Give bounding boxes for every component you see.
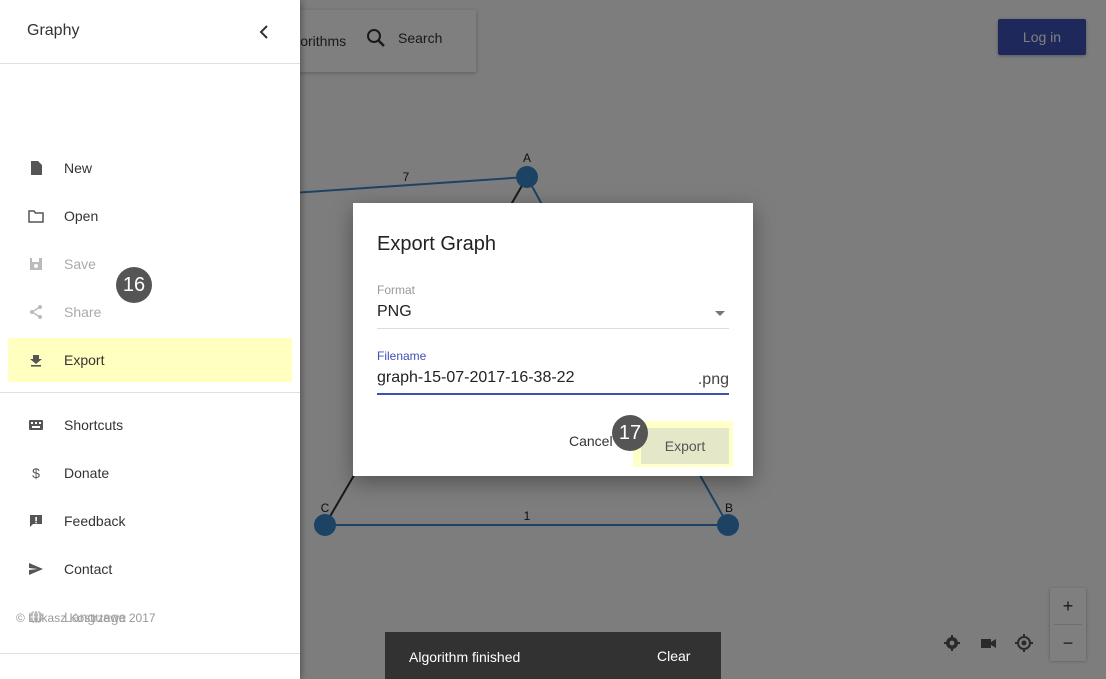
snackbar: Algorithm finished Clear: [385, 632, 721, 679]
save-icon: [30, 258, 42, 270]
export-button[interactable]: Export: [641, 428, 729, 464]
menu-item-label: New: [64, 160, 93, 176]
menu-item-label: Donate: [64, 465, 110, 481]
app-title: Graphy: [27, 22, 80, 39]
menu-item-label: Share: [64, 304, 102, 320]
filename-extension: .png: [697, 371, 729, 388]
drawer-divider: [0, 392, 300, 393]
dialog-title: Export Graph: [377, 233, 496, 255]
menu-item-label: Save: [64, 256, 96, 272]
filename-input[interactable]: [377, 369, 677, 387]
send-icon: [29, 563, 43, 575]
menu-item-donate[interactable]: $ Donate: [0, 451, 300, 495]
copyright-text: © Lukasz Kostrzewa 2017: [16, 611, 156, 625]
dropdown-arrow-icon: [715, 311, 725, 316]
menu-item-share[interactable]: Share: [0, 290, 300, 334]
file-icon: [31, 161, 42, 175]
filename-label: Filename: [377, 349, 427, 363]
menu-item-label: Feedback: [64, 513, 126, 529]
menu-item-contact[interactable]: Contact: [0, 547, 300, 591]
folder-icon: [28, 210, 44, 223]
format-select[interactable]: Format PNG: [377, 283, 729, 329]
download-icon: [30, 355, 42, 367]
filename-field: Filename .png: [377, 349, 729, 395]
keyboard-icon: [29, 420, 43, 430]
chevron-left-icon[interactable]: [254, 22, 274, 42]
snackbar-message: Algorithm finished: [409, 649, 521, 665]
nav-drawer: Graphy New Open Save Share Export Shortc…: [0, 0, 300, 679]
menu-item-shortcuts[interactable]: Shortcuts: [0, 403, 300, 447]
cancel-button[interactable]: Cancel: [569, 433, 613, 449]
menu-item-label: Export: [64, 352, 105, 368]
step-badge-16: 16: [116, 267, 152, 303]
menu-item-label: Shortcuts: [64, 417, 124, 433]
format-label: Format: [377, 283, 416, 297]
export-dialog: Export Graph Format PNG Filename .png Ca…: [353, 203, 753, 476]
menu-item-label: Open: [64, 208, 99, 224]
feedback-icon: [30, 515, 42, 527]
share-icon: [30, 305, 42, 319]
menu-item-open[interactable]: Open: [0, 194, 300, 238]
svg-text:$: $: [32, 465, 40, 481]
menu-item-label: Contact: [64, 561, 113, 577]
drawer-header: Graphy: [0, 0, 300, 64]
menu-item-export[interactable]: Export: [8, 338, 292, 382]
drawer-divider: [0, 653, 300, 654]
dollar-icon: $: [32, 465, 40, 481]
format-value: PNG: [377, 303, 412, 320]
menu-item-new[interactable]: New: [0, 146, 300, 190]
snackbar-clear-button[interactable]: Clear: [657, 648, 690, 664]
step-badge-17: 17: [612, 415, 648, 451]
menu-item-feedback[interactable]: Feedback: [0, 499, 300, 543]
